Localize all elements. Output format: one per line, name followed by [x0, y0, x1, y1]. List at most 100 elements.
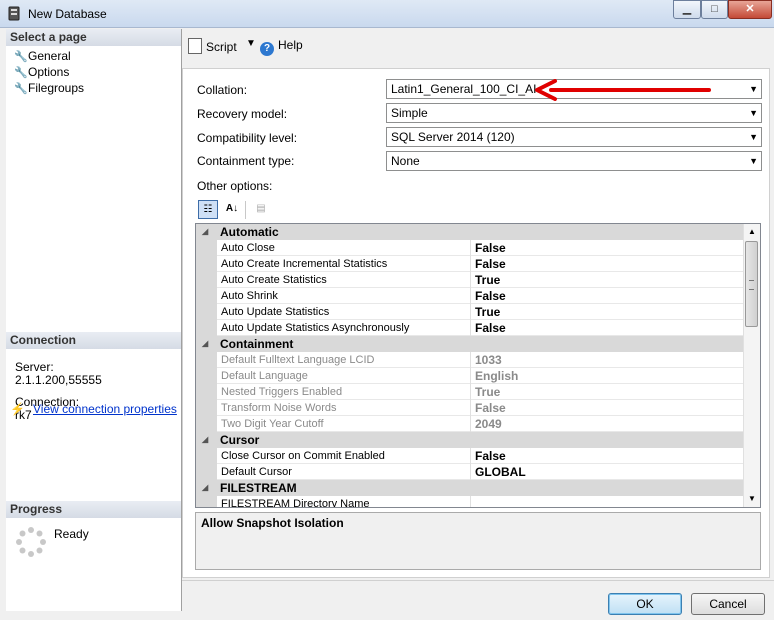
property-category[interactable]: ◢ Containment: [196, 336, 744, 352]
row-gutter: [196, 304, 217, 320]
collapse-triangle-icon[interactable]: ◢: [202, 336, 208, 352]
property-name: Close Cursor on Commit Enabled: [221, 450, 385, 462]
row-gutter: [196, 448, 217, 464]
property-value[interactable]: False: [470, 448, 506, 464]
property-value[interactable]: True: [470, 304, 500, 320]
toolbar-separator: [245, 201, 246, 219]
database-app-icon: [8, 6, 20, 21]
recovery-model-value: Simple: [391, 106, 428, 120]
script-button[interactable]: Script: [188, 38, 237, 54]
wrench-icon: 🔧: [14, 51, 28, 63]
property-name: Nested Triggers Enabled: [221, 386, 343, 398]
property-row[interactable]: Two Digit Year Cutoff 2049: [196, 416, 744, 432]
wrench-icon: 🔧: [14, 83, 28, 95]
property-name: Auto Close: [221, 242, 275, 254]
compatibility-level-dropdown[interactable]: SQL Server 2014 (120) ▼: [386, 127, 762, 147]
ok-button[interactable]: OK: [608, 593, 682, 615]
row-gutter: [196, 496, 217, 507]
property-category[interactable]: ◢ Automatic: [196, 224, 744, 240]
chevron-down-icon: ▼: [749, 156, 758, 166]
collapse-triangle-icon[interactable]: ◢: [202, 432, 208, 448]
minimize-button[interactable]: ▁: [673, 0, 701, 19]
property-value[interactable]: True: [470, 384, 500, 400]
property-row[interactable]: Auto Update Statistics True: [196, 304, 744, 320]
property-name: Auto Update Statistics Asynchronously: [221, 322, 410, 334]
property-grid-scrollbar[interactable]: ▲ ▼: [743, 224, 760, 507]
property-name: FILESTREAM Directory Name: [221, 498, 370, 508]
property-value[interactable]: GLOBAL: [470, 464, 526, 480]
progress-header: Progress: [6, 501, 181, 518]
cancel-button[interactable]: Cancel: [691, 593, 765, 615]
connection-header: Connection: [6, 332, 181, 349]
property-row[interactable]: Default Language English: [196, 368, 744, 384]
view-connection-properties-link[interactable]: View connection properties: [33, 402, 177, 416]
property-category[interactable]: ◢ FILESTREAM: [196, 480, 744, 496]
property-row[interactable]: Auto Close False: [196, 240, 744, 256]
categorized-view-icon[interactable]: ☷: [198, 200, 218, 219]
row-gutter: [196, 400, 217, 416]
property-row[interactable]: Transform Noise Words False: [196, 400, 744, 416]
row-gutter: [196, 384, 217, 400]
chevron-down-icon: ▼: [749, 108, 758, 118]
property-row[interactable]: Close Cursor on Commit Enabled False: [196, 448, 744, 464]
page-item-general[interactable]: 🔧General: [14, 48, 71, 64]
page-item-label: Filegroups: [28, 81, 85, 95]
property-row[interactable]: FILESTREAM Directory Name: [196, 496, 744, 508]
property-row[interactable]: Default Fulltext Language LCID 1033: [196, 352, 744, 368]
property-row[interactable]: Nested Triggers Enabled True: [196, 384, 744, 400]
property-row[interactable]: Auto Create Incremental Statistics False: [196, 256, 744, 272]
red-arrow-annotation: [535, 79, 711, 101]
containment-type-dropdown[interactable]: None ▼: [386, 151, 762, 171]
row-gutter: [196, 240, 217, 256]
compatibility-level-value: SQL Server 2014 (120): [391, 130, 515, 144]
chevron-down-icon: ▼: [749, 84, 758, 94]
scrollbar-thumb[interactable]: [745, 241, 758, 327]
recovery-model-dropdown[interactable]: Simple ▼: [386, 103, 762, 123]
property-row[interactable]: Auto Shrink False: [196, 288, 744, 304]
property-row[interactable]: Default Cursor GLOBAL: [196, 464, 744, 480]
page-item-options[interactable]: 🔧Options: [14, 64, 69, 80]
property-value[interactable]: False: [470, 256, 506, 272]
property-value[interactable]: 2049: [470, 416, 502, 432]
sort-alphabetical-icon[interactable]: A↓: [222, 200, 242, 219]
row-gutter: [196, 320, 217, 336]
property-row[interactable]: Auto Update Statistics Asynchronously Fal…: [196, 320, 744, 336]
collation-label: Collation:: [197, 83, 248, 97]
toolbar: Script ▼ ? Help: [182, 30, 772, 66]
close-button[interactable]: ✕: [728, 0, 772, 19]
property-value[interactable]: False: [470, 320, 506, 336]
property-name: Default Cursor: [221, 466, 292, 478]
property-name: Auto Shrink: [221, 290, 278, 302]
property-value[interactable]: True: [470, 272, 500, 288]
containment-type-label: Containment type:: [197, 154, 295, 168]
scroll-up-icon[interactable]: ▲: [744, 224, 760, 240]
compatibility-level-label: Compatibility level:: [197, 131, 298, 145]
page-item-filegroups[interactable]: 🔧Filegroups: [14, 80, 84, 96]
progress-spinner-icon: [16, 527, 46, 557]
help-icon: ?: [260, 42, 274, 56]
property-value[interactable]: 1033: [470, 352, 502, 368]
property-value[interactable]: False: [470, 240, 506, 256]
property-description-panel: Allow Snapshot Isolation: [195, 512, 761, 570]
collapse-triangle-icon[interactable]: ◢: [202, 480, 208, 496]
property-row[interactable]: Auto Create Statistics True: [196, 272, 744, 288]
property-value[interactable]: English: [470, 368, 518, 384]
recovery-model-label: Recovery model:: [197, 107, 288, 121]
property-value[interactable]: False: [470, 400, 506, 416]
property-category[interactable]: ◢ Cursor: [196, 432, 744, 448]
property-name: Auto Update Statistics: [221, 306, 330, 318]
help-button[interactable]: ? Help: [260, 38, 303, 56]
scroll-down-icon[interactable]: ▼: [744, 491, 760, 507]
row-gutter: [196, 352, 217, 368]
left-panel: Select a page 🔧General 🔧Options 🔧Filegro…: [6, 29, 182, 611]
row-gutter: [196, 416, 217, 432]
row-gutter: [196, 464, 217, 480]
property-value[interactable]: False: [470, 288, 506, 304]
wrench-icon: 🔧: [14, 67, 28, 79]
property-value[interactable]: [470, 496, 475, 507]
property-grid[interactable]: ◢ Automatic Auto Close False Auto Create Inc…: [195, 223, 761, 508]
maximize-button[interactable]: □: [701, 0, 728, 19]
collapse-triangle-icon[interactable]: ◢: [202, 224, 208, 240]
chevron-down-icon[interactable]: ▼: [246, 38, 256, 49]
property-name: Transform Noise Words: [221, 402, 337, 414]
